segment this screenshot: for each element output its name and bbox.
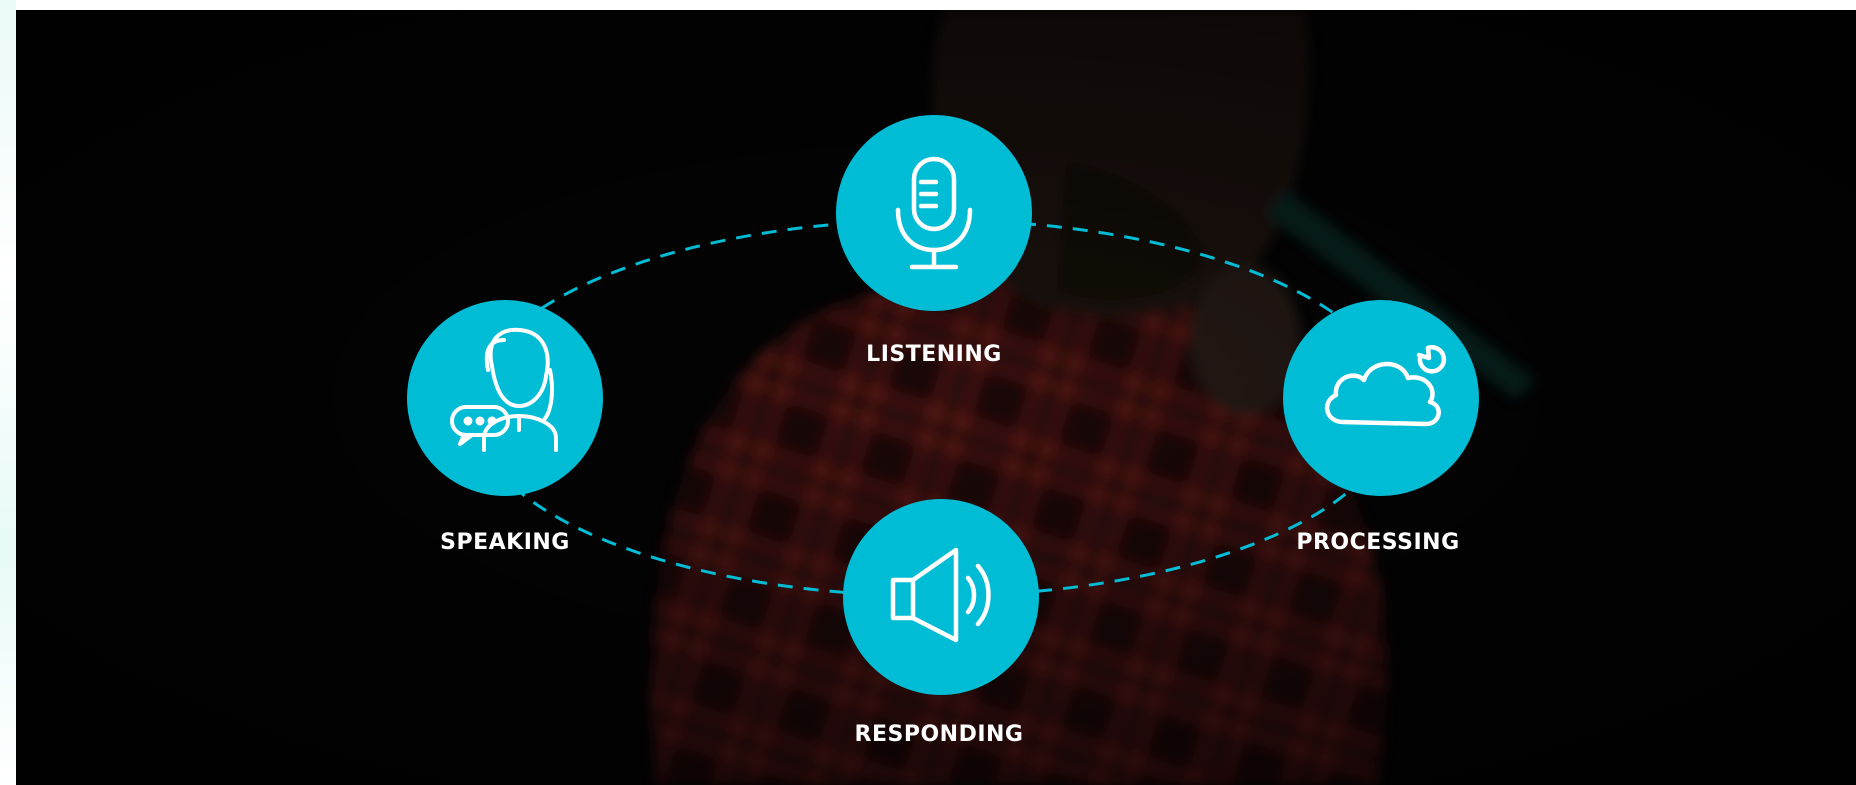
photo-scene	[16, 10, 1856, 785]
left-edge-strip	[0, 0, 16, 785]
responding-node	[843, 499, 1039, 695]
processing-node	[1283, 300, 1479, 496]
listening-node	[836, 115, 1032, 311]
responding-label: RESPONDING	[854, 722, 1024, 747]
listening-label: LISTENING	[866, 342, 1002, 367]
processing-label: PROCESSING	[1296, 530, 1460, 555]
background-photo: LISTENING PROCESSING RESPONDING SPEAKING	[16, 10, 1856, 785]
speaking-label: SPEAKING	[440, 530, 570, 555]
diagram-canvas: LISTENING PROCESSING RESPONDING SPEAKING	[0, 0, 1856, 785]
speaking-node	[407, 300, 603, 496]
